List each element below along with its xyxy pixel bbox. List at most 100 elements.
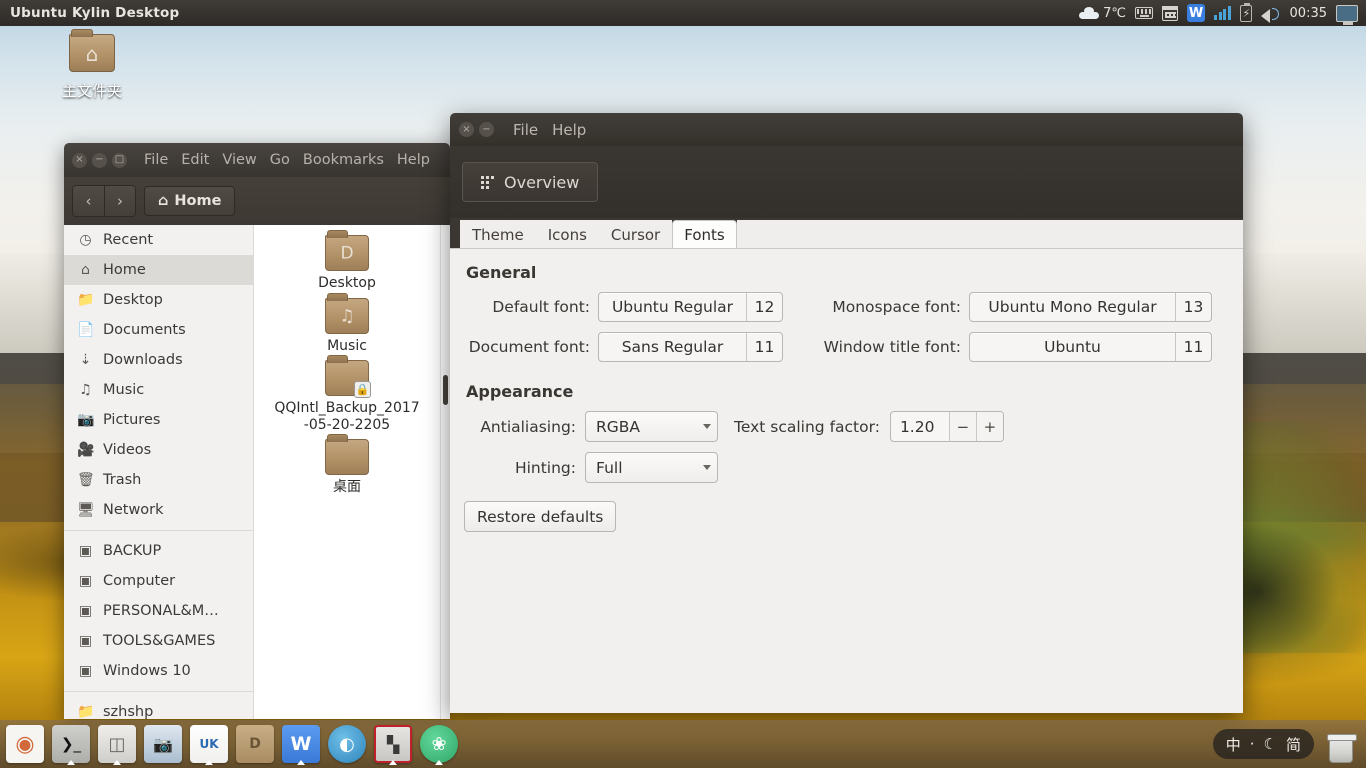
default-font-button[interactable]: Ubuntu Regular 12 <box>598 292 783 322</box>
minimize-button[interactable]: − <box>479 122 494 137</box>
dock-item-software-center[interactable]: UK <box>187 722 231 766</box>
menu-go[interactable]: Go <box>270 152 290 168</box>
file-item[interactable]: 🔒 QQIntl_Backup_2017-05-20-2205 <box>272 355 422 433</box>
panel-clock[interactable]: 00:35 <box>1290 6 1327 21</box>
sidebar-item-personal[interactable]: ▣ PERSONAL&M… <box>64 596 253 626</box>
tab-theme[interactable]: Theme <box>460 220 536 248</box>
drive-icon: ▣ <box>78 633 93 649</box>
window-title-font-value: Ubuntu <box>1044 338 1101 356</box>
close-button[interactable]: × <box>459 122 474 137</box>
display-settings-icon[interactable] <box>1336 4 1358 25</box>
sidebar-item-music[interactable]: ♫ Music <box>64 375 253 405</box>
maximize-button[interactable]: □ <box>112 152 127 168</box>
battery-icon[interactable]: ⚡ <box>1239 2 1252 22</box>
file-list-scrollbar[interactable] <box>440 225 450 719</box>
calendar-icon[interactable] <box>1162 5 1179 21</box>
wps-office-icon[interactable]: W <box>1187 4 1206 22</box>
desktop-icon-home-folder[interactable]: ⌂ 主文件夹 <box>46 29 138 101</box>
tab-fonts[interactable]: Fonts <box>672 220 737 248</box>
minimize-icon: − <box>482 123 491 135</box>
text-scaling-increase-button[interactable]: + <box>975 412 1003 441</box>
sidebar-item-desktop[interactable]: 📁 Desktop <box>64 285 253 315</box>
sidebar-item-tools-games[interactable]: ▣ TOOLS&GAMES <box>64 626 253 656</box>
menu-view[interactable]: View <box>222 152 256 168</box>
close-icon: × <box>75 154 84 165</box>
file-item[interactable]: D Desktop <box>272 230 422 292</box>
sidebar-item-downloads[interactable]: ⇣ Downloads <box>64 345 253 375</box>
text-scaling-value[interactable]: 1.20 <box>891 412 949 441</box>
menu-edit[interactable]: Edit <box>181 152 209 168</box>
dock-item-unity-tweak-tool[interactable]: ❀ <box>417 722 461 766</box>
breadcrumb-home[interactable]: ⌂ Home <box>144 186 236 216</box>
sidebar-item-home[interactable]: ⌂ Home <box>64 255 253 285</box>
sidebar-label: PERSONAL&M… <box>103 603 219 619</box>
keyboard-indicator-icon[interactable] <box>1135 7 1154 19</box>
document-font-size: 11 <box>746 333 782 361</box>
desktop-folder-icon: D <box>236 725 274 763</box>
file-list-area[interactable]: D Desktop ♫ Music 🔒 QQIntl_Backup_2017-0… <box>254 225 440 719</box>
dock-item-ubuntu-kylin-start[interactable]: ◉ <box>3 722 47 766</box>
close-button[interactable]: × <box>72 152 87 168</box>
input-method-indicator[interactable]: 中 · ☾ 简 <box>1212 729 1314 759</box>
document-icon: 📄 <box>77 322 95 338</box>
dock-item-terminal[interactable]: ❯_ <box>49 722 93 766</box>
sidebar-item-trash[interactable]: 🗑 Trash <box>64 465 253 495</box>
tab-cursor[interactable]: Cursor <box>598 220 673 248</box>
camera-icon: 📷 <box>77 412 95 428</box>
dock-item-trash[interactable] <box>1322 725 1360 763</box>
lock-icon: 🔒 <box>354 381 371 399</box>
sidebar-item-szhshp[interactable]: 📁 szhshp <box>64 697 253 719</box>
file-item[interactable]: 桌面 <box>272 434 422 496</box>
antialiasing-select[interactable]: RGBA <box>585 411 718 442</box>
dock-item-file-manager[interactable]: ◫ <box>95 722 139 766</box>
window-title-font-button[interactable]: Ubuntu 11 <box>969 332 1212 362</box>
sidebar-item-recent[interactable]: ◷ Recent <box>64 225 253 255</box>
sidebar-item-backup[interactable]: ▣ BACKUP <box>64 536 253 566</box>
volume-icon[interactable] <box>1260 6 1281 23</box>
overview-button[interactable]: Overview <box>462 162 599 202</box>
minimize-button[interactable]: − <box>92 152 107 168</box>
tabstrip-filler <box>736 220 1243 248</box>
sidebar-item-windows-10[interactable]: ▣ Windows 10 <box>64 656 253 686</box>
sidebar-item-computer[interactable]: ▣ Computer <box>64 566 253 596</box>
menu-file[interactable]: File <box>513 121 538 139</box>
file-item[interactable]: ♫ Music <box>272 292 422 355</box>
text-scaling-stepper[interactable]: 1.20 − + <box>889 411 1004 442</box>
monospace-font-button[interactable]: Ubuntu Mono Regular 13 <box>969 292 1212 322</box>
menu-help[interactable]: Help <box>552 121 586 139</box>
sidebar-label: BACKUP <box>103 543 162 559</box>
maximize-icon: □ <box>114 154 125 165</box>
ubuntu-kylin-software-center-icon: UK <box>190 725 228 763</box>
tab-icons[interactable]: Icons <box>535 220 599 248</box>
dock-item-desktop-folder[interactable]: D <box>233 722 277 766</box>
sidebar-item-videos[interactable]: 🎥 Videos <box>64 435 253 465</box>
dock-item-wps-writer[interactable]: W <box>279 722 323 766</box>
wps-writer-icon: W <box>282 725 320 763</box>
system-tray: 7℃ W ⚡ 00:35 <box>1079 2 1366 25</box>
sidebar-item-pictures[interactable]: 📷 Pictures <box>64 405 253 435</box>
document-font-label: Document font: <box>468 338 590 356</box>
desktop-icon-label: 主文件夹 <box>61 82 122 100</box>
file-manager-titlebar[interactable]: × − □ File Edit View Go Bookmarks Help <box>64 143 450 177</box>
menu-file[interactable]: File <box>144 152 168 168</box>
forward-button[interactable]: › <box>104 186 135 216</box>
hinting-select[interactable]: Full <box>585 452 718 483</box>
scrollbar-thumb[interactable] <box>443 375 448 405</box>
home-glyph-icon: ⌂ <box>85 41 99 66</box>
text-scaling-decrease-button[interactable]: − <box>948 412 976 441</box>
restore-defaults-button[interactable]: Restore defaults <box>464 501 617 532</box>
network-signal-icon[interactable] <box>1214 6 1231 20</box>
dock-item-system-monitor[interactable]: ▚ <box>371 722 415 766</box>
sidebar-item-documents[interactable]: 📄 Documents <box>64 315 253 345</box>
sidebar-label: Videos <box>103 442 152 458</box>
back-button[interactable]: ‹ <box>73 186 104 216</box>
dock-item-browser[interactable]: ◐ <box>325 722 369 766</box>
settings-titlebar[interactable]: × − File Help <box>450 113 1243 146</box>
sidebar-item-network[interactable]: 🖥 Network <box>64 495 253 525</box>
menu-help[interactable]: Help <box>397 152 430 168</box>
weather-indicator[interactable]: 7℃ <box>1079 6 1126 21</box>
dock-item-screenshot-tool[interactable]: 📷 <box>141 722 185 766</box>
system-monitor-icon: ▚ <box>374 725 412 763</box>
document-font-button[interactable]: Sans Regular 11 <box>598 332 783 362</box>
menu-bookmarks[interactable]: Bookmarks <box>303 152 384 168</box>
